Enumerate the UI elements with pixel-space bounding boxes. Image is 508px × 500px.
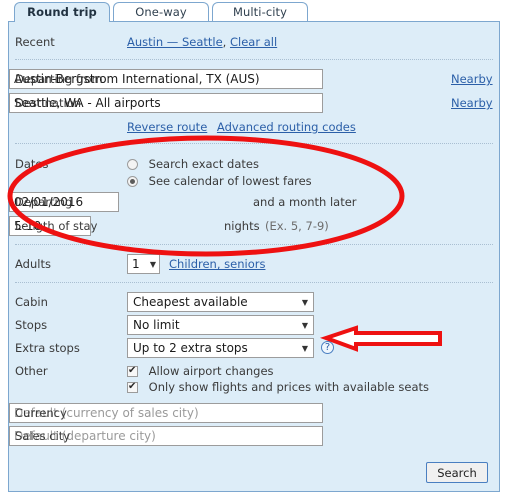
calendar-fares-option[interactable]: See calendar of lowest fares bbox=[127, 174, 312, 188]
stops-value: No limit bbox=[133, 318, 180, 332]
checkbox-only-available-seats-icon[interactable] bbox=[127, 381, 138, 393]
length-of-stay-label: Length of stay bbox=[15, 219, 98, 233]
departing-date-label: Departing bbox=[15, 195, 73, 209]
currency-row: Currency bbox=[9, 403, 501, 425]
tab-multi-city[interactable]: Multi-city bbox=[212, 2, 308, 22]
radio-calendar-fares-icon[interactable] bbox=[127, 176, 138, 187]
tab-round-trip[interactable]: Round trip bbox=[14, 2, 110, 22]
extra-stops-select[interactable]: Up to 2 extra stops ▼ bbox=[127, 338, 314, 358]
cabin-label: Cabin bbox=[15, 295, 48, 309]
recent-separator: , bbox=[222, 35, 227, 49]
adults-label: Adults bbox=[15, 257, 51, 271]
recent-route-link[interactable]: Austin — Seattle bbox=[127, 35, 223, 49]
radio-exact-dates-icon[interactable] bbox=[127, 159, 138, 170]
departing-from-nearby-link[interactable]: Nearby bbox=[451, 72, 493, 86]
destination-row: Destination Nearby bbox=[9, 93, 501, 115]
chevron-down-icon: ▼ bbox=[149, 260, 156, 269]
search-button[interactable]: Search bbox=[426, 462, 488, 483]
allow-airport-changes-label: Allow airport changes bbox=[148, 364, 274, 378]
calendar-fares-label: See calendar of lowest fares bbox=[148, 174, 312, 188]
exact-dates-label: Search exact dates bbox=[148, 157, 259, 171]
active-tab-merge bbox=[15, 21, 109, 23]
adults-row: Adults 1 ▼ Children, seniors bbox=[9, 254, 501, 276]
only-available-seats-label: Only show flights and prices with availa… bbox=[148, 380, 430, 394]
tab-one-way[interactable]: One-way bbox=[113, 2, 209, 22]
sales-city-label: Sales city bbox=[15, 429, 71, 443]
extra-stops-value: Up to 2 extra stops bbox=[133, 341, 248, 355]
stops-row: Stops No limit ▼ bbox=[9, 315, 501, 337]
search-form-panel: Recent Austin — Seattle, Clear all Depar… bbox=[8, 21, 500, 492]
calendar-fares-row: See calendar of lowest fares bbox=[9, 171, 501, 193]
cabin-row: Cabin Cheapest available ▼ bbox=[9, 292, 501, 314]
stops-label: Stops bbox=[15, 318, 48, 332]
cabin-select[interactable]: Cheapest available ▼ bbox=[127, 292, 314, 312]
chevron-down-icon: ▼ bbox=[301, 344, 308, 353]
adults-count-select[interactable]: 1 ▼ bbox=[127, 254, 160, 274]
cabin-value: Cheapest available bbox=[133, 295, 248, 309]
clear-all-link[interactable]: Clear all bbox=[230, 35, 277, 49]
reverse-route-link[interactable]: Reverse route bbox=[127, 120, 207, 134]
allow-airport-changes-option[interactable]: Allow airport changes bbox=[127, 364, 274, 378]
other-label: Other bbox=[15, 364, 48, 378]
dates-label: Dates bbox=[15, 157, 49, 171]
trip-type-tabs: Round trip One-way Multi-city bbox=[0, 0, 508, 22]
departing-from-row: Departing from Nearby bbox=[9, 69, 501, 91]
advanced-routing-codes-link[interactable]: Advanced routing codes bbox=[217, 120, 356, 134]
children-seniors-link[interactable]: Children, seniors bbox=[169, 257, 265, 271]
departing-from-label: Departing from bbox=[15, 72, 103, 86]
nights-example: (Ex. 5, 7-9) bbox=[265, 219, 329, 233]
nights-label: nights bbox=[224, 219, 260, 233]
destination-label: Destination bbox=[15, 96, 81, 110]
chevron-down-icon: ▼ bbox=[301, 298, 308, 307]
recent-row: Recent Austin — Seattle, Clear all bbox=[9, 32, 501, 54]
stops-select[interactable]: No limit ▼ bbox=[127, 315, 314, 335]
destination-nearby-link[interactable]: Nearby bbox=[451, 96, 493, 110]
length-of-stay-row: Length of stay nights (Ex. 5, 7-9) bbox=[9, 216, 501, 238]
currency-label: Currency bbox=[15, 406, 67, 420]
recent-links: Austin — Seattle, Clear all bbox=[127, 35, 277, 49]
separator-recent bbox=[15, 59, 493, 60]
adults-count-value: 1 bbox=[132, 257, 140, 271]
separator-route bbox=[15, 143, 493, 144]
available-seats-row: Only show flights and prices with availa… bbox=[9, 377, 501, 399]
checkbox-allow-airport-changes-icon[interactable] bbox=[127, 365, 138, 377]
question-mark-circle-icon[interactable]: ? bbox=[321, 341, 334, 354]
extra-stops-label: Extra stops bbox=[15, 341, 80, 355]
separator-dates bbox=[15, 244, 493, 245]
departing-date-row: Departing and a month later bbox=[9, 192, 501, 214]
exact-dates-option[interactable]: Search exact dates bbox=[127, 157, 259, 171]
route-links-row: Reverse route Advanced routing codes bbox=[9, 117, 501, 139]
departing-date-suffix: and a month later bbox=[253, 195, 357, 209]
chevron-down-icon: ▼ bbox=[301, 321, 308, 330]
sales-city-row: Sales city bbox=[9, 426, 501, 448]
extra-stops-row: Extra stops Up to 2 extra stops ▼ ? bbox=[9, 338, 501, 360]
only-available-seats-option[interactable]: Only show flights and prices with availa… bbox=[127, 380, 429, 394]
separator-passengers bbox=[15, 282, 493, 283]
recent-label: Recent bbox=[15, 35, 55, 49]
